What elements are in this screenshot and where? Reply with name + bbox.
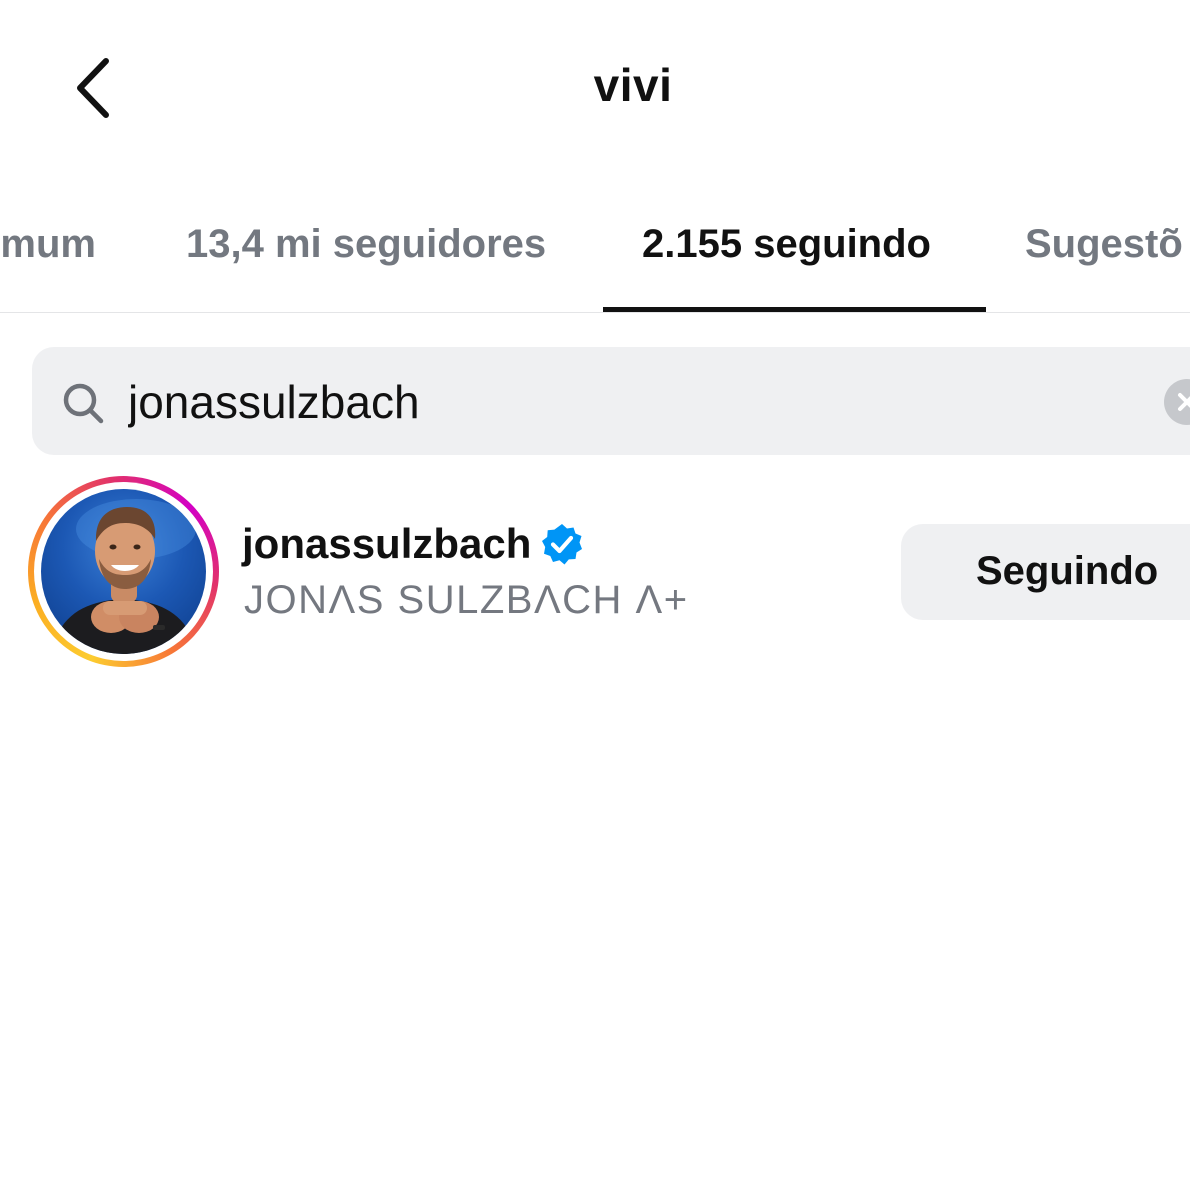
- username[interactable]: jonassulzbach: [242, 520, 531, 568]
- tab-mutual[interactable]: omum: [0, 222, 96, 267]
- avatar-photo: [51, 499, 197, 654]
- clear-search-button[interactable]: [1164, 379, 1190, 425]
- clear-circle-icon: [1178, 393, 1190, 411]
- full-name: JONΛS SULZBΛCH Λ+: [244, 578, 689, 622]
- search-icon: [63, 383, 104, 424]
- search-input[interactable]: [126, 366, 1028, 438]
- tab-suggestions[interactable]: Sugestõ: [1025, 222, 1183, 267]
- tab-following[interactable]: 2.155 seguindo: [642, 222, 931, 267]
- page-title: vivi: [0, 58, 1190, 112]
- tabs-divider: [0, 312, 1190, 313]
- tab-followers[interactable]: 13,4 mi seguidores: [186, 222, 546, 267]
- following-button-label[interactable]: Seguindo: [976, 549, 1158, 594]
- page-title-text: vivi: [593, 59, 673, 111]
- following-screen: vivi omum 13,4 mi seguidores 2.155 segui…: [0, 0, 1190, 1190]
- avatar[interactable]: [41, 489, 206, 654]
- verified-badge-icon: [542, 524, 582, 565]
